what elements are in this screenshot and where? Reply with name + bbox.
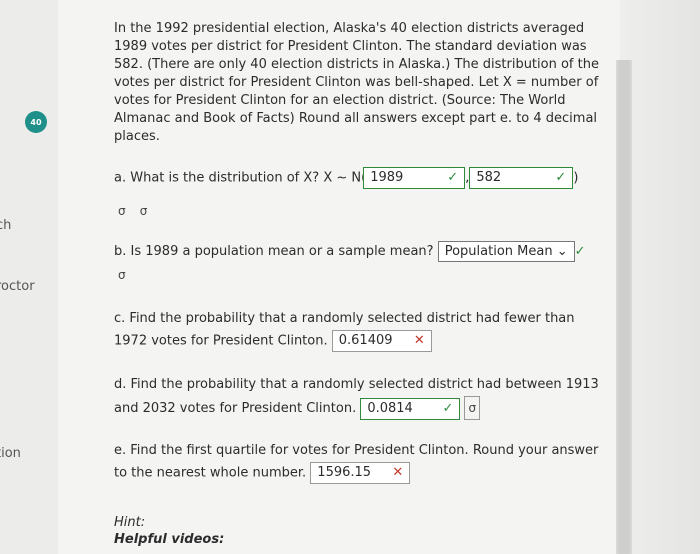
select-check-icon: ✓	[574, 244, 586, 259]
part-b: b. Is 1989 a population mean or a sample…	[114, 241, 599, 262]
part-d-check-icon: ✓	[442, 400, 454, 416]
sigma-icon[interactable]: σ	[118, 202, 126, 220]
part-d-value: 0.0814	[367, 400, 413, 416]
sd-answer-field[interactable]: 582 ✓	[469, 167, 574, 189]
scrollbar-thumb[interactable]	[618, 60, 630, 554]
wrong-icon: ✕	[413, 333, 425, 348]
problem-statement: In the 1992 presidential election, Alask…	[114, 21, 599, 144]
part-d-answer-field[interactable]: 0.0814 ✓	[360, 397, 461, 420]
part-d-text: d. Find the probability that a randomly …	[114, 377, 599, 416]
question-number-badge[interactable]: 40	[25, 111, 47, 133]
left-sidebar	[0, 0, 58, 554]
mean-check-icon: ✓	[447, 170, 459, 185]
part-c: c. Find the probability that a randomly …	[114, 308, 599, 353]
mean-answer-field[interactable]: 1989 ✓	[363, 167, 466, 189]
part-d: d. Find the probability that a randomly …	[114, 374, 599, 420]
sigma-icon[interactable]: σ	[140, 202, 148, 220]
part-c-answer-field[interactable]: 0.61409 ✕	[331, 330, 432, 352]
select-value: Population Mean	[444, 244, 553, 259]
part-e-value: 1596.15	[317, 465, 372, 480]
hint-label: Hint:	[114, 515, 146, 530]
sidebar-label-3[interactable]: tion	[0, 446, 21, 461]
part-a-icons: σ σ	[118, 202, 603, 221]
chevron-down-icon: ⌄	[556, 244, 568, 259]
part-b-icons: σ	[118, 266, 603, 285]
part-b-text: b. Is 1989 a population mean or a sample…	[114, 244, 434, 259]
part-a-text: a. What is the distribution of X? X ~ N(	[114, 170, 367, 186]
sd-value: 582	[476, 170, 502, 185]
sidebar-label-1[interactable]: ch	[0, 218, 11, 233]
mean-value: 1989	[370, 170, 404, 185]
part-e-answer-field[interactable]: 1596.15 ✕	[310, 462, 411, 484]
mean-type-select[interactable]: Population Mean ⌄	[437, 241, 575, 262]
part-c-value: 0.61409	[338, 333, 393, 348]
wrong-icon: ✕	[392, 465, 404, 480]
sidebar-label-2[interactable]: roctor	[0, 279, 35, 294]
right-margin	[620, 0, 700, 554]
close-paren: )	[573, 170, 579, 186]
sigma-icon[interactable]: σ	[464, 396, 481, 420]
part-e: e. Find the first quartile for votes for…	[114, 440, 599, 485]
part-a: a. What is the distribution of X? X ~ N(…	[114, 167, 599, 189]
sigma-icon[interactable]: σ	[118, 266, 126, 284]
sd-check-icon: ✓	[555, 170, 567, 185]
helpful-videos-label: Helpful videos:	[114, 532, 225, 547]
